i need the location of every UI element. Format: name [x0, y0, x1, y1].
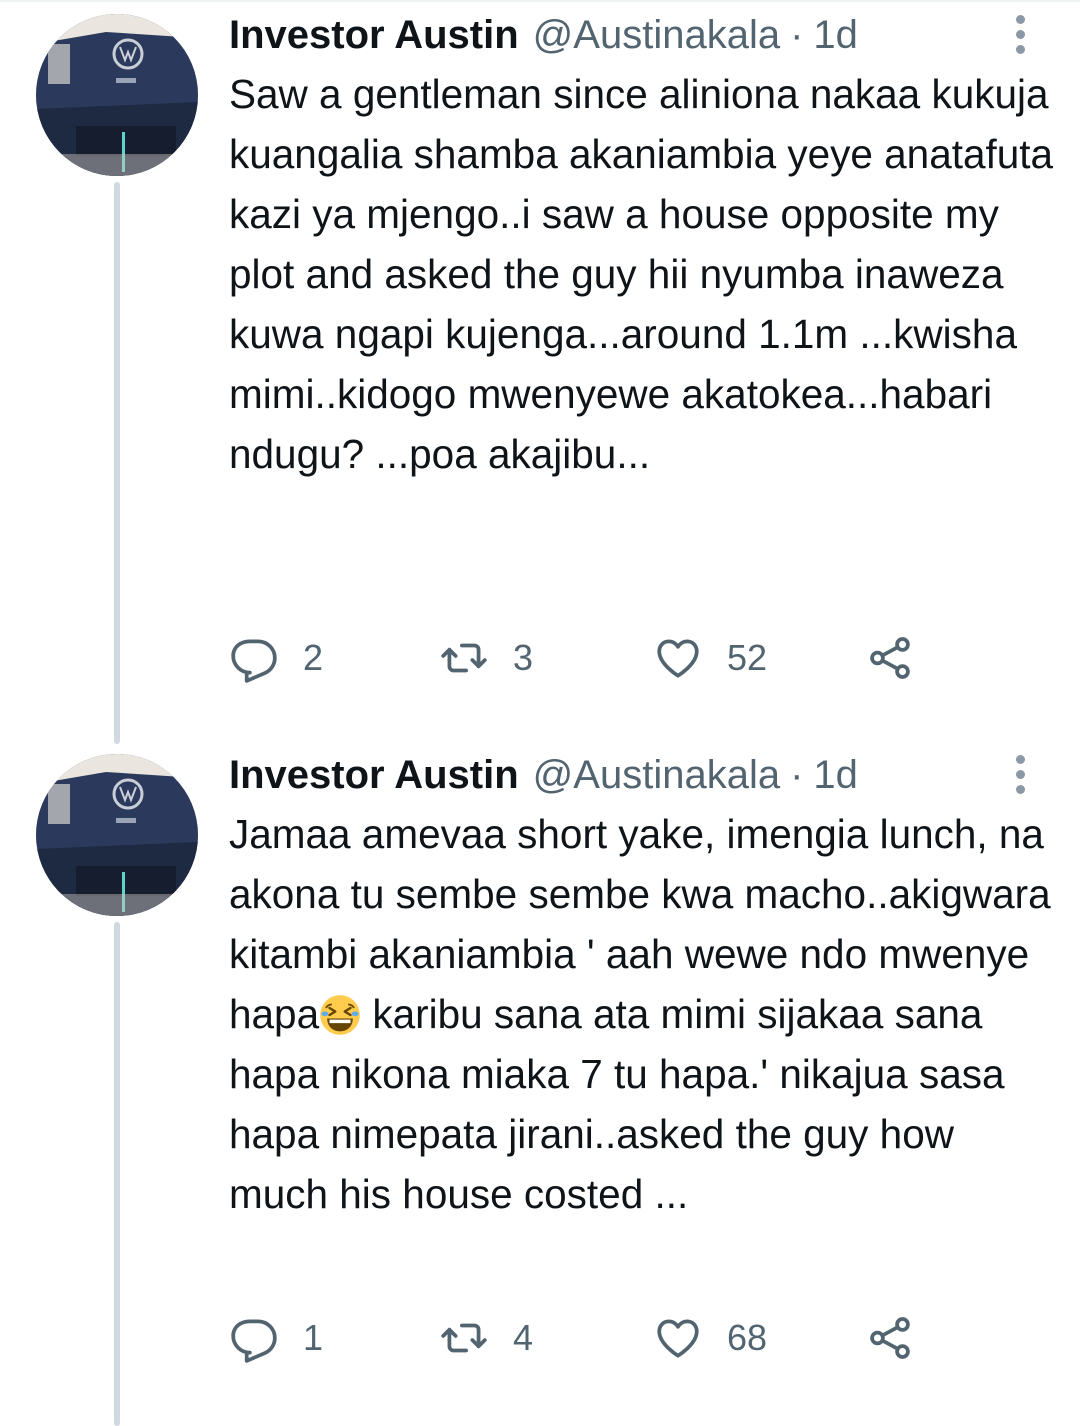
like-button[interactable]: 52	[653, 630, 767, 686]
retweet-icon	[441, 1323, 487, 1353]
reply-icon	[231, 1319, 277, 1363]
more-options-icon[interactable]	[1002, 752, 1038, 796]
retweet-icon	[441, 643, 487, 673]
thread-connector	[114, 182, 120, 744]
tweet-header: Investor Austin @Austinakala · 1d	[229, 12, 858, 58]
share-icon	[870, 637, 910, 679]
tweet-timestamp[interactable]: 1d	[813, 752, 858, 798]
reply-count: 1	[303, 1317, 324, 1358]
tweet-header: Investor Austin @Austinakala · 1d	[229, 752, 858, 798]
author-handle[interactable]: @Austinakala	[533, 12, 780, 58]
heart-icon	[657, 1319, 699, 1358]
tweet-actions: 1 4 68	[229, 1310, 929, 1366]
tweet-thread: Investor Austin @Austinakala · 1d Saw a …	[0, 0, 1080, 1426]
avatar[interactable]	[36, 754, 198, 916]
heart-icon	[657, 639, 699, 678]
reply-button[interactable]: 1	[229, 1310, 323, 1366]
like-count: 52	[727, 637, 768, 678]
like-button[interactable]: 68	[653, 1310, 767, 1366]
thread-connector	[114, 922, 120, 1426]
tweet-actions: 2 3 52	[229, 630, 929, 686]
tweet-text: Saw a gentleman since aliniona nakaa kuk…	[229, 71, 1065, 477]
retweet-count: 4	[513, 1317, 534, 1358]
more-options-icon[interactable]	[1002, 12, 1038, 56]
tweet-text: Jamaa amevaa short yake, imengia lunch, …	[229, 804, 1059, 1224]
like-count: 68	[727, 1317, 768, 1358]
author-name[interactable]: Investor Austin	[229, 12, 519, 58]
share-icon	[870, 1317, 910, 1359]
grinning-squinting-face-icon	[320, 995, 360, 1035]
separator-dot: ·	[790, 13, 804, 57]
tweet[interactable]: Investor Austin @Austinakala · 1d Jamaa …	[0, 740, 1080, 1426]
reply-button[interactable]: 2	[229, 630, 323, 686]
reply-count: 2	[303, 637, 324, 678]
author-name[interactable]: Investor Austin	[229, 752, 519, 798]
car-avatar-image	[36, 754, 198, 916]
retweet-count: 3	[513, 637, 534, 678]
retweet-button[interactable]: 4	[439, 1310, 533, 1366]
tweet[interactable]: Investor Austin @Austinakala · 1d Saw a …	[0, 0, 1080, 744]
author-handle[interactable]: @Austinakala	[533, 752, 780, 798]
retweet-button[interactable]: 3	[439, 630, 533, 686]
reply-icon	[231, 639, 277, 683]
car-avatar-image	[36, 14, 198, 176]
avatar[interactable]	[36, 14, 198, 176]
share-button[interactable]	[865, 630, 915, 686]
tweet-timestamp[interactable]: 1d	[813, 12, 858, 58]
share-button[interactable]	[865, 1310, 915, 1366]
separator-dot: ·	[790, 753, 804, 797]
